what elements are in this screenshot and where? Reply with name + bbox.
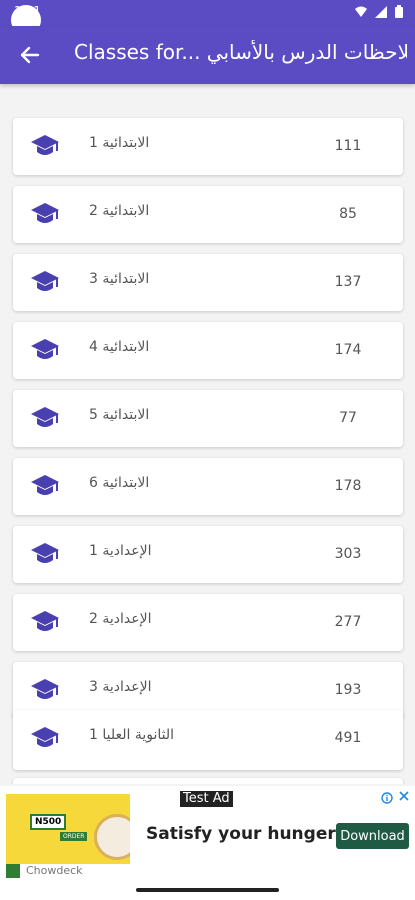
ad-image-order: ORDER (60, 832, 88, 841)
class-name: الابتدائية 5 (89, 407, 150, 423)
class-name: الإعدادية 1 (89, 543, 152, 559)
class-name: الابتدائية 1 (89, 135, 150, 151)
ad-info-icon[interactable] (381, 792, 393, 804)
back-arrow-icon (20, 46, 40, 64)
wifi-icon (355, 6, 368, 17)
graduation-cap-icon (31, 475, 59, 495)
advertiser-name: Chowdeck (26, 864, 83, 877)
class-card[interactable]: الابتدائية 5 77 (13, 390, 403, 447)
app-bar: Classes for... ملاحظات الدرس بالأسابي (0, 26, 415, 84)
status-icons (355, 5, 403, 21)
class-card[interactable]: الإعدادية 1 303 (13, 526, 403, 583)
class-card[interactable]: الإعدادية 2 277 (13, 594, 403, 651)
class-count: 193 (334, 682, 362, 698)
graduation-cap-icon (31, 339, 59, 359)
ad-download-button[interactable]: Download (336, 823, 409, 849)
home-gesture-handle[interactable] (136, 888, 279, 892)
class-card[interactable]: الابتدائية 4 174 (13, 322, 403, 379)
back-button[interactable] (12, 38, 48, 72)
class-count: 77 (339, 410, 357, 426)
status-bar: 1:31 (0, 0, 415, 35)
graduation-cap-icon (31, 727, 59, 747)
class-name: الابتدائية 4 (89, 339, 150, 355)
ad-image-price: N500 (30, 814, 67, 830)
system-nav-bar (0, 882, 415, 900)
battery-icon (395, 5, 403, 18)
graduation-cap-icon (31, 407, 59, 427)
graduation-cap-icon (31, 543, 59, 563)
graduation-cap-icon (31, 611, 59, 631)
ad-image[interactable]: N500 ORDER (6, 794, 130, 864)
ad-banner[interactable]: N500 ORDER Test Ad Satisfy your hunger D… (0, 786, 415, 882)
class-count: 111 (334, 138, 362, 154)
class-card[interactable]: الابتدائية 1 111 (13, 118, 403, 175)
class-name: الإعدادية 2 (89, 611, 152, 627)
class-name: الابتدائية 3 (89, 271, 150, 287)
class-count: 303 (334, 546, 362, 562)
class-card[interactable]: الابتدائية 3 137 (13, 254, 403, 311)
signal-icon (375, 6, 388, 18)
class-card[interactable]: الابتدائية 6 178 (13, 458, 403, 515)
class-card-partial[interactable] (13, 778, 403, 784)
advertiser-logo-icon (6, 864, 20, 878)
class-count: 85 (339, 206, 357, 222)
class-name: الثانوية العليا 1 (89, 727, 175, 743)
graduation-cap-icon (31, 271, 59, 291)
page-title: Classes for... ملاحظات الدرس بالأسابي (74, 40, 407, 64)
class-count: 137 (334, 274, 362, 290)
class-name: الابتدائية 6 (89, 475, 150, 491)
class-count: 277 (334, 614, 362, 630)
class-count: 174 (334, 342, 362, 358)
graduation-cap-icon (31, 203, 59, 223)
graduation-cap-icon (31, 135, 59, 155)
class-name: الإعدادية 3 (89, 679, 152, 695)
ad-close-icon[interactable] (398, 790, 410, 802)
graduation-cap-icon (31, 679, 59, 699)
class-count: 178 (334, 478, 362, 494)
food-plate-image (94, 814, 130, 860)
ad-badge: Test Ad (180, 791, 233, 807)
class-count: 491 (334, 730, 362, 746)
class-card[interactable]: الابتدائية 2 85 (13, 186, 403, 243)
class-list: الابتدائية 1 111 الابتدائية 2 85 الابتدا… (0, 84, 415, 784)
class-card[interactable]: الثانوية العليا 1 491 (13, 710, 403, 770)
class-name: الابتدائية 2 (89, 203, 150, 219)
ad-headline[interactable]: Satisfy your hunger (146, 824, 336, 844)
